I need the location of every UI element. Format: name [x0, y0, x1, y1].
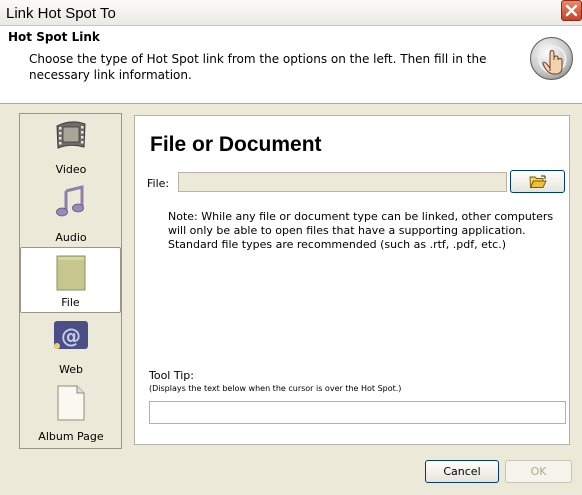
tooltip-input[interactable]	[149, 401, 566, 424]
window-title: Link Hot Spot To	[6, 5, 116, 22]
ok-button[interactable]: OK	[505, 460, 572, 483]
header-title: Hot Spot Link	[8, 30, 100, 44]
title-bar[interactable]: Link Hot Spot To	[0, 0, 582, 26]
close-icon	[565, 4, 578, 17]
sidebar-item-audio[interactable]: Audio	[21, 183, 121, 249]
sidebar-item-label: Album Page	[38, 430, 104, 443]
file-path-input[interactable]	[178, 172, 507, 192]
file-type-note: Note: While any file or document type ca…	[168, 210, 554, 251]
video-icon	[56, 121, 86, 149]
sidebar-item-label: Video	[55, 163, 87, 176]
sidebar-item-label: File	[61, 296, 80, 309]
sidebar-item-file[interactable]: File	[20, 247, 121, 313]
open-folder-icon	[529, 175, 547, 188]
web-icon: @	[54, 321, 88, 349]
close-button[interactable]	[561, 0, 582, 21]
sidebar-item-album-page[interactable]: Album Page	[21, 382, 121, 448]
tooltip-label: Tool Tip:	[149, 369, 194, 382]
file-icon	[56, 255, 85, 291]
file-link-panel: File or Document File: Note: While any f…	[134, 115, 570, 445]
svg-text:@: @	[61, 324, 81, 348]
album-page-icon	[57, 385, 85, 421]
panel-title: File or Document	[150, 133, 322, 156]
sidebar-item-label: Web	[59, 363, 83, 376]
sidebar-item-video[interactable]: Video	[21, 115, 121, 181]
header-banner: Hot Spot Link Choose the type of Hot Spo…	[0, 26, 582, 104]
dialog-window: Link Hot Spot To Hot Spot Link Choose th…	[0, 0, 582, 495]
file-label: File:	[147, 177, 170, 190]
cancel-button[interactable]: Cancel	[425, 460, 499, 483]
hand-pointer-icon	[530, 37, 573, 80]
sidebar-item-label: Audio	[55, 231, 87, 244]
header-description: Choose the type of Hot Spot link from th…	[29, 52, 487, 82]
browse-button[interactable]	[510, 170, 565, 193]
link-type-sidebar: Video Audio File @ Web Album Page	[19, 113, 122, 449]
tooltip-hint: (Displays the text below when the cursor…	[149, 384, 402, 393]
sidebar-item-web[interactable]: @ Web	[21, 315, 121, 381]
audio-icon	[56, 185, 84, 217]
